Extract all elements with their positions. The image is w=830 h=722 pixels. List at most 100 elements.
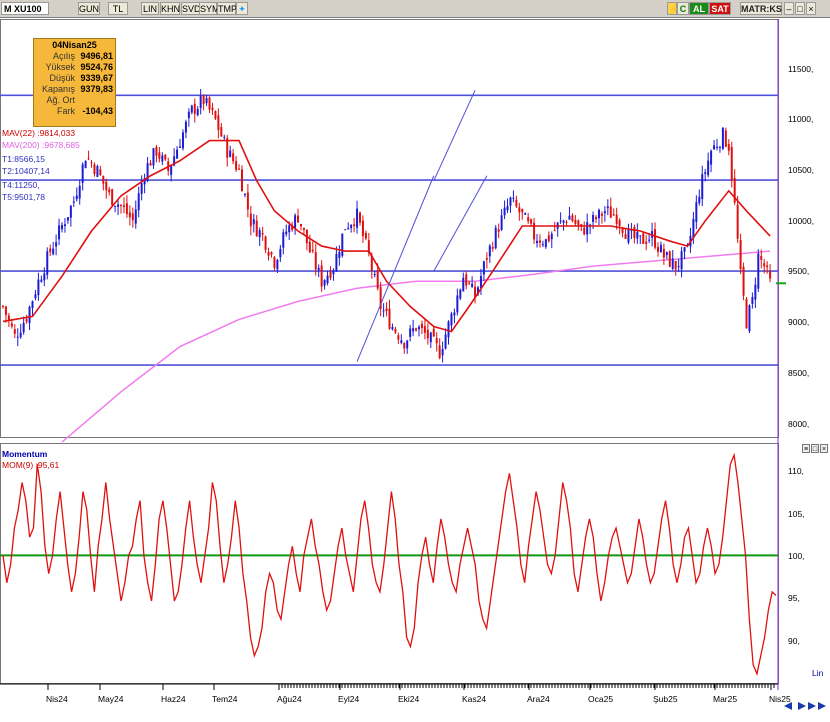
candle-body: [297, 215, 300, 223]
y-tick-label: 10000,: [788, 216, 814, 226]
candle-body: [553, 230, 556, 232]
candle-body: [485, 257, 488, 260]
candle-body: [261, 233, 264, 235]
candle-body: [223, 136, 226, 138]
candle-body: [766, 265, 769, 268]
scroll-right-icon: [798, 702, 806, 710]
candle-body: [264, 236, 267, 251]
info-value: 9379,83: [80, 84, 113, 94]
candle-body: [595, 217, 598, 220]
candle-body: [600, 213, 603, 216]
candle-body: [249, 213, 252, 227]
candle-body: [423, 326, 426, 333]
candle-body: [418, 326, 421, 330]
candle-body: [220, 127, 223, 137]
candle-body: [512, 197, 515, 199]
candle-body: [102, 175, 105, 184]
candle-body: [471, 283, 474, 288]
candle-body: [420, 323, 423, 329]
candle-body: [49, 248, 52, 253]
candle-body: [190, 105, 193, 113]
candle-body: [727, 143, 730, 151]
candle-body: [385, 308, 388, 312]
candle-body: [671, 258, 674, 269]
candle-body: [718, 147, 721, 149]
info-value: -104,43: [82, 106, 113, 116]
candle-body: [276, 259, 279, 270]
candle-body: [497, 229, 500, 232]
candle-body: [199, 96, 202, 109]
candle-body: [521, 208, 524, 213]
candle-body: [394, 328, 397, 333]
trend-line: [433, 175, 488, 272]
ohlc-info-box: 04Nisan25 Açılış 9496,81 Yüksek 9524,76 Dü…: [33, 38, 116, 127]
legend-mav22-value: :9814,033: [37, 128, 76, 138]
candle-body: [565, 221, 568, 223]
candle-body: [544, 239, 547, 247]
info-value: 9339,67: [80, 73, 113, 83]
candle-body: [550, 233, 553, 240]
candle-body: [155, 146, 158, 156]
candle-body: [217, 115, 220, 130]
candle-body: [243, 193, 246, 195]
x-tick-label: Tem24: [212, 694, 238, 704]
candle-body: [232, 153, 235, 162]
x-tick-label: May24: [98, 694, 124, 704]
y-tick-label: 8500,: [788, 368, 810, 378]
candle-body: [518, 207, 521, 213]
candle-body: [677, 266, 680, 268]
candle-body: [7, 315, 10, 321]
candle-body: [31, 301, 34, 309]
candle-body: [500, 215, 503, 230]
price-panel-frame: [0, 19, 779, 438]
candle-body: [350, 224, 353, 229]
legend-t2: T2:10407,14: [2, 166, 50, 176]
candle-body: [308, 241, 311, 253]
candle-body: [695, 202, 698, 223]
info-value: 9524,76: [80, 62, 113, 72]
candle-body: [509, 197, 512, 206]
candle-body: [99, 169, 102, 176]
candle-body: [742, 266, 745, 296]
candle-body: [724, 130, 727, 147]
candle-body: [205, 97, 208, 104]
candle-body: [665, 252, 668, 256]
info-row-avg: Ağ. Ort: [34, 95, 115, 106]
candle-body: [311, 249, 314, 252]
panel-maximize-icon[interactable]: □: [811, 444, 819, 453]
info-row-low: Düşük 9339,67: [34, 73, 115, 84]
candle-body: [668, 251, 671, 267]
candle-body: [648, 239, 651, 241]
info-row-close: Kapanış 9379,83: [34, 84, 115, 95]
candle-body: [2, 305, 4, 307]
candle-body: [503, 207, 506, 216]
mom-y-tick-label: 95,: [788, 593, 800, 603]
candle-body: [713, 145, 716, 150]
info-label: Düşük: [49, 73, 75, 83]
candle-body: [161, 155, 164, 162]
candle-body: [536, 240, 539, 244]
panel-settings-icon[interactable]: ≡: [802, 444, 810, 453]
candle-body: [90, 162, 93, 164]
candle-body: [19, 332, 22, 338]
panel-close-icon[interactable]: ×: [820, 444, 828, 453]
y-tick-label: 10500,: [788, 165, 814, 175]
candle-body: [214, 111, 217, 119]
candle-body: [252, 219, 255, 225]
candle-body: [444, 334, 447, 349]
candle-body: [267, 252, 270, 256]
candle-body: [255, 220, 258, 237]
info-row-open: Açılış 9496,81: [34, 51, 115, 62]
x-tick-label: Oca25: [588, 694, 614, 704]
candle-body: [87, 158, 90, 160]
x-tick-label: Şub25: [653, 694, 678, 704]
x-tick-label: Mar25: [713, 694, 738, 704]
candle-body: [196, 109, 199, 115]
candle-body: [164, 154, 167, 160]
y-tick-label: 11500,: [788, 64, 814, 74]
candle-body: [128, 212, 131, 218]
mom-y-tick-label: 110,: [788, 466, 804, 476]
candle-body: [179, 146, 182, 148]
candle-body: [479, 276, 482, 289]
candle-body: [302, 227, 305, 230]
